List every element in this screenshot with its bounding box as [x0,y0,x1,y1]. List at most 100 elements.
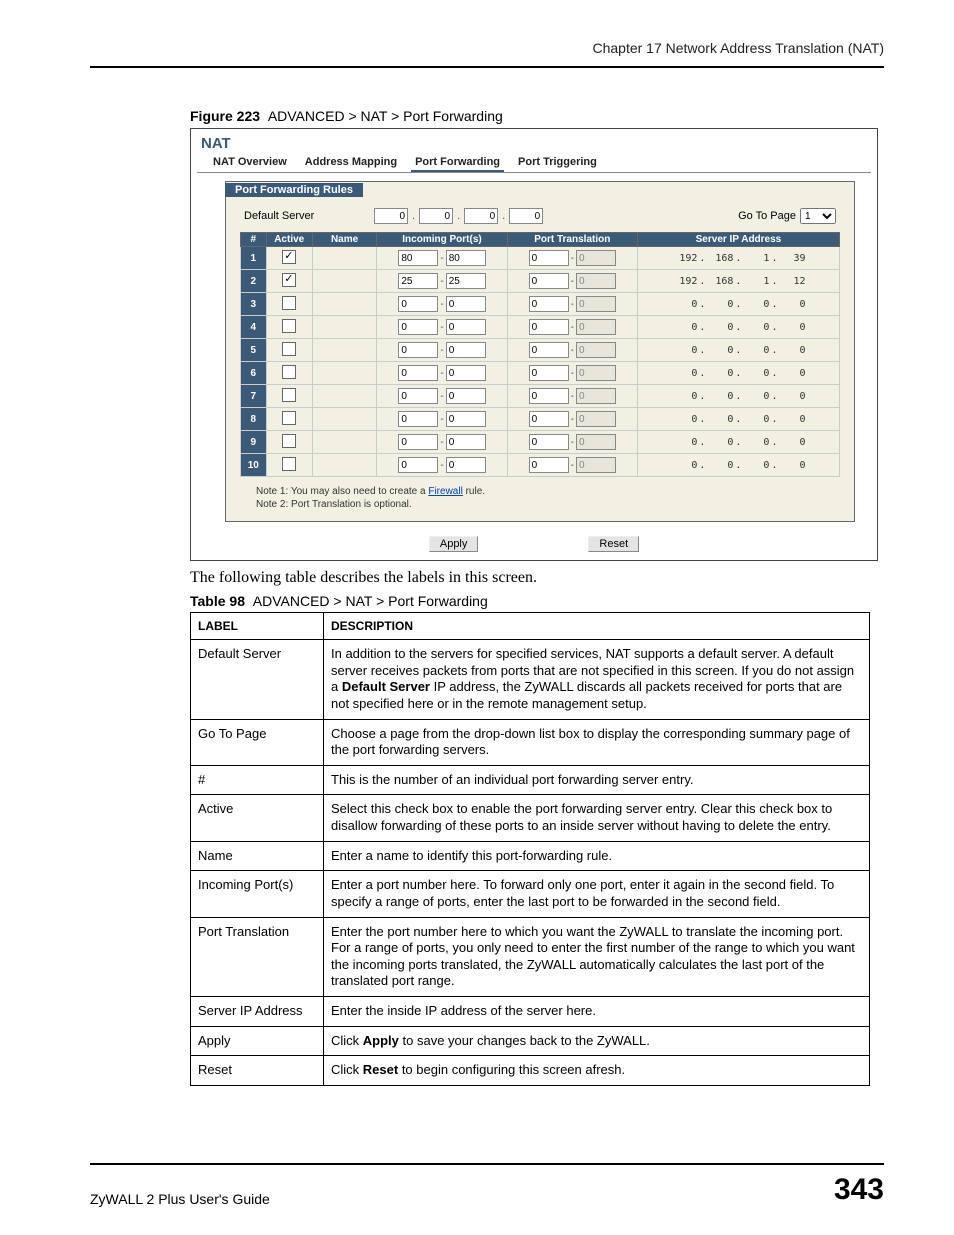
incoming-port-end[interactable] [446,365,486,381]
default-server-ip-2[interactable] [419,208,453,224]
name-cell[interactable] [312,362,377,385]
dash: - [440,437,443,448]
translation-port-end [576,342,616,358]
incoming-port-end[interactable] [446,342,486,358]
incoming-port-start[interactable] [398,411,438,427]
translation-port-start[interactable] [529,296,569,312]
incoming-port-start[interactable] [398,388,438,404]
incoming-port-start[interactable] [398,273,438,289]
active-checkbox[interactable] [282,273,296,287]
server-ip: 0 . 0 . 0 . 0 [671,345,805,356]
translation-port-start[interactable] [529,457,569,473]
firewall-link[interactable]: Firewall [428,486,462,497]
incoming-port-end[interactable] [446,296,486,312]
translation-port-start[interactable] [529,411,569,427]
rules-panel-header: Port Forwarding Rules [225,183,363,197]
table-row: 9--0 . 0 . 0 . 0 [241,431,840,454]
name-cell[interactable] [312,408,377,431]
col-name: Name [312,233,377,247]
incoming-port-start[interactable] [398,434,438,450]
table-row: 2--192 . 168 . 1 . 12 [241,270,840,293]
default-server-ip-4[interactable] [509,208,543,224]
desc-label: Apply [191,1026,324,1056]
desc-label: Name [191,841,324,871]
translation-port-start[interactable] [529,250,569,266]
translation-port-start[interactable] [529,365,569,381]
incoming-port-end[interactable] [446,411,486,427]
row-number: 6 [241,362,267,385]
tab-address-mapping[interactable]: Address Mapping [301,154,401,172]
row-number: 5 [241,339,267,362]
row-number: 1 [241,247,267,270]
translation-port-start[interactable] [529,434,569,450]
translation-port-end [576,273,616,289]
translation-port-end [576,388,616,404]
active-checkbox[interactable] [282,457,296,471]
desc-col-label: LABEL [191,613,324,640]
desc-row: ResetClick Reset to begin configuring th… [191,1056,870,1086]
desc-row: Default ServerIn addition to the servers… [191,640,870,720]
translation-port-start[interactable] [529,319,569,335]
name-cell[interactable] [312,431,377,454]
name-cell[interactable] [312,293,377,316]
table-row: 5--0 . 0 . 0 . 0 [241,339,840,362]
name-cell[interactable] [312,316,377,339]
server-ip: 192 . 168 . 1 . 39 [671,253,805,264]
active-checkbox[interactable] [282,319,296,333]
active-checkbox[interactable] [282,342,296,356]
col-translation: Port Translation [507,233,637,247]
table-row: 7--0 . 0 . 0 . 0 [241,385,840,408]
nat-panel-title: NAT [201,135,863,152]
desc-label: Reset [191,1056,324,1086]
translation-port-start[interactable] [529,273,569,289]
dash: - [571,368,574,379]
incoming-port-end[interactable] [446,273,486,289]
active-checkbox[interactable] [282,365,296,379]
server-ip: 0 . 0 . 0 . 0 [671,391,805,402]
name-cell[interactable] [312,247,377,270]
desc-row: Go To PageChoose a page from the drop-do… [191,719,870,765]
reset-button[interactable]: Reset [588,536,639,552]
incoming-port-start[interactable] [398,296,438,312]
name-cell[interactable] [312,454,377,477]
default-server-ip-1[interactable] [374,208,408,224]
server-ip: 0 . 0 . 0 . 0 [671,299,805,310]
server-ip: 0 . 0 . 0 . 0 [671,322,805,333]
incoming-port-start[interactable] [398,457,438,473]
translation-port-start[interactable] [529,388,569,404]
desc-text: Select this check box to enable the port… [324,795,870,841]
incoming-port-start[interactable] [398,365,438,381]
default-server-ip-3[interactable] [464,208,498,224]
name-cell[interactable] [312,385,377,408]
active-checkbox[interactable] [282,296,296,310]
active-checkbox[interactable] [282,434,296,448]
tab-port-triggering[interactable]: Port Triggering [514,154,601,172]
name-cell[interactable] [312,270,377,293]
incoming-port-end[interactable] [446,250,486,266]
apply-button[interactable]: Apply [429,536,479,552]
ip-dot: . [410,210,417,222]
incoming-port-end[interactable] [446,457,486,473]
name-cell[interactable] [312,339,377,362]
desc-row: Port TranslationEnter the port number he… [191,917,870,997]
active-checkbox[interactable] [282,388,296,402]
incoming-port-start[interactable] [398,342,438,358]
translation-port-end [576,434,616,450]
translation-port-start[interactable] [529,342,569,358]
incoming-port-end[interactable] [446,388,486,404]
tab-nat-overview[interactable]: NAT Overview [209,154,291,172]
desc-row: NameEnter a name to identify this port-f… [191,841,870,871]
default-server-ip[interactable]: . . . [374,208,543,224]
desc-text: Enter the inside IP address of the serve… [324,997,870,1027]
tab-port-forwarding[interactable]: Port Forwarding [411,154,504,172]
incoming-port-end[interactable] [446,319,486,335]
incoming-port-end[interactable] [446,434,486,450]
server-ip: 0 . 0 . 0 . 0 [671,414,805,425]
incoming-port-start[interactable] [398,250,438,266]
go-to-page-select[interactable]: 1 [800,208,836,224]
active-checkbox[interactable] [282,250,296,264]
incoming-port-start[interactable] [398,319,438,335]
active-checkbox[interactable] [282,411,296,425]
desc-text: Enter a name to identify this port-forwa… [324,841,870,871]
server-ip: 0 . 0 . 0 . 0 [671,460,805,471]
